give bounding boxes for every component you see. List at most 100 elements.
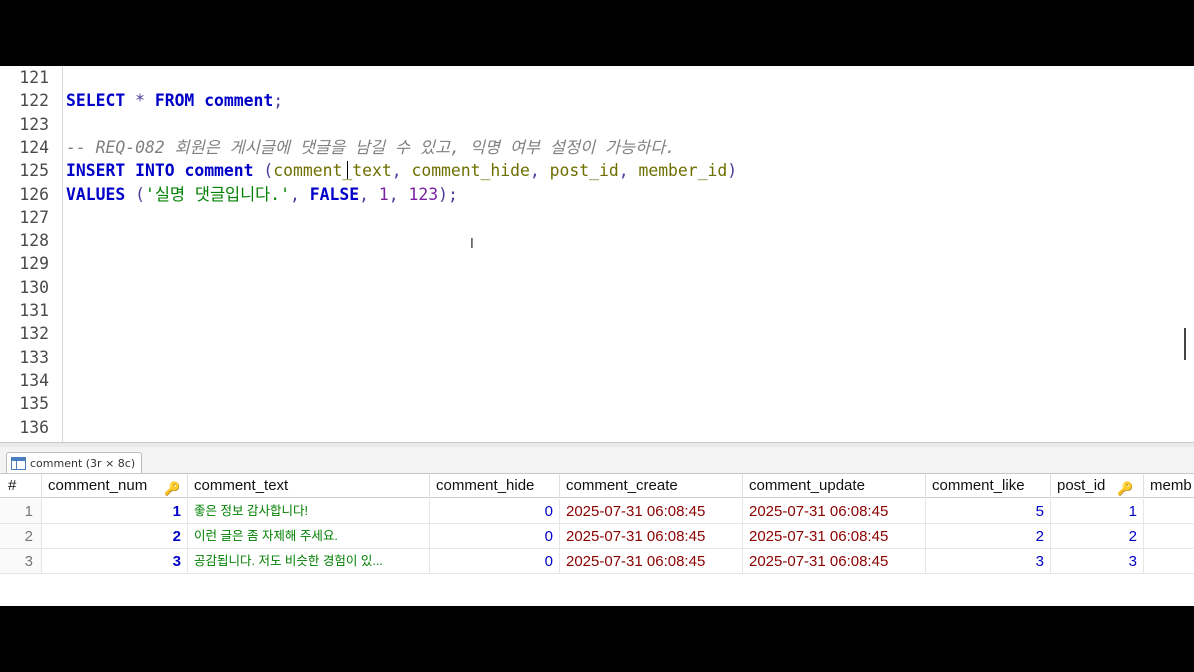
line-number: 136 [19,418,49,437]
line-number: 128 [19,231,49,250]
code-token: ; [273,91,284,110]
column-header-label: memb [1150,477,1192,494]
column-header-post-id[interactable]: post_id 🔑 [1051,474,1144,498]
code-token: comment [204,91,274,110]
code-token: ); [438,185,458,204]
mouse-ibeam-cursor-icon: I [470,237,474,252]
column-header-memb[interactable]: memb [1144,474,1194,498]
cell-member-id[interactable] [1144,499,1194,524]
cell-member-id[interactable] [1144,524,1194,549]
code-token: ( [125,185,145,204]
row-number-cell[interactable]: 1 [0,499,42,524]
line-number: 134 [19,371,49,390]
column-header-label: comment_update [749,477,865,494]
code-token: -- REQ-082 회원은 게시글에 댓글을 남길 수 있고, 익명 여부 설… [66,138,676,157]
code-token: FALSE [309,185,360,204]
cell-comment-hide[interactable]: 0 [430,499,560,524]
cell-comment-like[interactable]: 3 [926,549,1051,574]
code-token: ( [253,161,274,180]
tab-label: comment (3r × 8c) [30,456,136,470]
cell-comment-update[interactable]: 2025-07-31 06:08:45 [743,524,926,549]
code-token: INTO [135,161,175,180]
code-token: comment [184,161,254,180]
row-number-header: # [0,474,42,498]
table-grid-icon [11,456,26,470]
line-number: 130 [19,278,49,297]
column-header-comment-create[interactable]: comment_create [560,474,743,498]
code-token: , [391,161,412,180]
line-number: 123 [19,115,49,134]
foreign-key-icon: 🔑 [1117,481,1134,496]
code-token: , [618,161,639,180]
cell-post-id[interactable]: 1 [1051,499,1144,524]
editor-scrollbar-thumb[interactable] [1184,328,1186,360]
cell-comment-num[interactable]: 1 [42,499,188,524]
code-editor[interactable]: 121 122 SELECT * FROM comment; 123 124 -- REQ… [0,66,1194,442]
code-token: , [388,185,409,204]
cell-comment-create[interactable]: 2025-07-31 06:08:45 [560,524,743,549]
code-token: 123 [408,185,439,204]
cell-post-id[interactable]: 3 [1051,549,1144,574]
cell-comment-hide[interactable]: 0 [430,524,560,549]
code-token: comment_hide [411,161,530,180]
code-token: 1 [378,185,389,204]
line-number: 124 [19,138,49,157]
cell-comment-update[interactable]: 2025-07-31 06:08:45 [743,499,926,524]
code-token: , [290,185,310,204]
code-token: FROM [154,91,195,110]
code-token: '실명 댓글입니다.' [144,185,290,204]
tab-comment-results[interactable]: comment (3r × 8c) [6,452,143,473]
line-number: 135 [19,394,49,413]
code-token: * [125,91,155,110]
column-header-label: comment_hide [436,477,535,494]
column-header-label: comment_like [932,477,1025,494]
cell-comment-create[interactable]: 2025-07-31 06:08:45 [560,549,743,574]
line-number: 129 [19,254,49,273]
cell-comment-num[interactable]: 2 [42,524,188,549]
code-token: , [359,185,379,204]
line-number: 122 [19,91,49,110]
line-number: 126 [19,185,49,204]
column-header-label: post_id [1057,477,1106,494]
cell-comment-text[interactable]: 좋은 정보 감사합니다! [188,499,430,524]
column-header-comment-update[interactable]: comment_update [743,474,926,498]
cell-comment-text[interactable]: 이런 글은 좀 자제해 주세요. [188,524,430,549]
cell-comment-update[interactable]: 2025-07-31 06:08:45 [743,549,926,574]
code-token: comment_text [273,161,392,180]
column-header-comment-text[interactable]: comment_text [188,474,430,498]
result-grid[interactable]: # comment_num 🔑 comment_text comment_hide co… [0,474,1194,606]
code-token: post_id [549,161,619,180]
line-number: 133 [19,348,49,367]
row-number-cell[interactable]: 3 [0,549,42,574]
code-token: VALUES [66,185,126,204]
column-header-label: comment_create [566,477,678,494]
text-caret [347,161,348,179]
cell-comment-hide[interactable]: 0 [430,549,560,574]
cell-comment-num[interactable]: 3 [42,549,188,574]
primary-key-icon: 🔑 [164,481,181,496]
code-token: INSERT [66,161,126,180]
cell-comment-like[interactable]: 2 [926,524,1051,549]
cell-comment-text[interactable]: 공감됩니다. 저도 비슷한 경험이 있... [188,549,430,574]
cell-post-id[interactable]: 2 [1051,524,1144,549]
code-line: INSERT INTO comment (comment_text, comme… [66,159,737,182]
column-header-comment-num[interactable]: comment_num 🔑 [42,474,188,498]
column-header-comment-like[interactable]: comment_like [926,474,1051,498]
column-header-label: comment_num [48,477,148,494]
column-header-comment-hide[interactable]: comment_hide [430,474,560,498]
code-line: VALUES ('실명 댓글입니다.', FALSE, 1, 123); [66,183,458,206]
cell-comment-like[interactable]: 5 [926,499,1051,524]
cell-comment-create[interactable]: 2025-07-31 06:08:45 [560,499,743,524]
line-number: 121 [19,68,49,87]
row-number-cell[interactable]: 2 [0,524,42,549]
line-number: 131 [19,301,49,320]
code-token: ) [727,161,738,180]
cell-member-id[interactable] [1144,549,1194,574]
code-line: -- REQ-082 회원은 게시글에 댓글을 남길 수 있고, 익명 여부 설… [66,136,675,159]
sql-editor-window: 121 122 SELECT * FROM comment; 123 124 -- REQ… [0,66,1194,606]
line-number: 125 [19,161,49,180]
line-number: 127 [19,208,49,227]
